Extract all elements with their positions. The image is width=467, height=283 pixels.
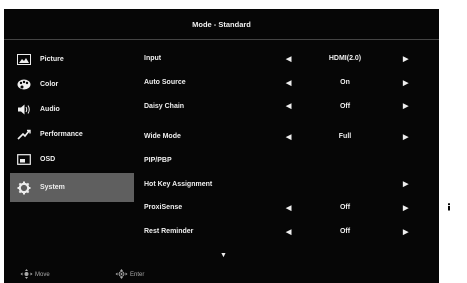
sidebar-item-audio[interactable]: Audio [10,97,134,121]
row-label: ProxiSense [144,204,183,212]
arrow-right-icon[interactable]: ▶ [403,55,408,63]
menu-row-input[interactable]: Input ◀ HDMI(2.0) ▶ [144,47,429,71]
row-label: Wide Mode [144,133,181,141]
menu-row-rest-reminder[interactable]: Rest Reminder ◀ Off ▶ [144,220,429,244]
arrow-left-icon[interactable]: ◀ [286,228,291,236]
row-label: Rest Reminder [144,228,194,236]
menu-row-proxisense[interactable]: ProxiSense ◀ Off ▶ [144,196,429,220]
close-icon [443,258,465,276]
sidebar-item-osd[interactable]: OSD [10,147,134,171]
scroll-down-icon[interactable]: ▼ [220,252,227,259]
menu-row-wide-mode[interactable]: Wide Mode ◀ Full ▶ [144,125,429,149]
sidebar-item-label: OSD [40,155,56,163]
row-value: Off [339,228,351,236]
sidebar-item-label: Audio [40,105,60,113]
arrow-right-icon[interactable]: ▶ [403,180,408,188]
row-label: PIP/PBP [144,157,172,165]
sidebar-item-color[interactable]: Color [10,72,134,96]
row-value: On [340,79,350,87]
menu-row-pip-pbp[interactable]: PIP/PBP [144,149,429,173]
mode-title: Mode - Standard [192,19,251,29]
row-label: Auto Source [144,79,186,87]
sidebar-item-label: Performance [40,130,83,138]
sidebar-item-performance[interactable]: Performance [10,122,134,146]
joystick-move-icon [20,269,35,281]
info-icon [443,200,465,218]
arrow-left-icon[interactable]: ◀ [286,55,291,63]
menu-grid-icon [443,229,465,247]
menu-row-auto-source[interactable]: Auto Source ◀ On ▶ [144,71,429,95]
osd-window: Mode - Standard Picture Color Audio Perf… [4,9,439,283]
arrow-right-icon[interactable]: ▶ [403,133,408,141]
performance-icon [10,129,38,140]
row-label: Hot Key Assignment [144,180,213,188]
row-value: HDMI(2.0) [328,55,362,63]
enter-hint: Enter [115,269,144,281]
gear-icon [10,181,38,195]
sidebar-item-label: Picture [40,55,64,63]
arrow-left-icon[interactable]: ◀ [286,133,291,141]
hotkey-info[interactable] [443,200,467,218]
joystick-enter-icon [115,269,130,281]
arrow-left-icon[interactable]: ◀ [286,102,291,110]
sidebar-item-picture[interactable]: Picture [10,47,134,71]
sidebar-item-label: System [40,184,65,191]
palette-icon [10,79,38,90]
sidebar-item-label: Color [40,80,59,88]
settings-menu: Input ◀ HDMI(2.0) ▶ Auto Source ◀ On ▶ D… [144,47,429,244]
footer-hints: Move Enter [4,267,439,283]
menu-row-hot-key-assignment[interactable]: Hot Key Assignment ▶ [144,172,429,196]
arrow-right-icon[interactable]: ▶ [403,79,408,87]
menu-row-daisy-chain[interactable]: Daisy Chain ◀ Off ▶ [144,94,429,118]
enter-label: Enter [130,272,145,278]
osd-icon [10,153,38,165]
speaker-icon [10,104,38,115]
sidebar-item-system[interactable]: System [10,173,134,202]
arrow-right-icon[interactable]: ▶ [403,204,408,212]
arrow-right-icon[interactable]: ▶ [403,102,408,110]
row-label: Daisy Chain [144,102,185,110]
arrow-right-icon[interactable]: ▶ [403,228,408,236]
row-value: Off [339,204,351,212]
move-hint: Move [20,269,50,281]
row-value: Off [339,102,351,110]
title-divider [4,39,439,40]
move-label: Move [35,272,50,278]
arrow-left-icon[interactable]: ◀ [286,79,291,87]
arrow-left-icon[interactable]: ◀ [286,204,291,212]
row-label: Input [144,55,162,63]
sidebar: Picture Color Audio Performance OSD Syst… [10,47,134,203]
hotkey-menu[interactable] [443,231,467,245]
row-value: Full [338,133,352,141]
picture-icon [10,53,38,65]
hotkey-close[interactable] [443,260,467,274]
